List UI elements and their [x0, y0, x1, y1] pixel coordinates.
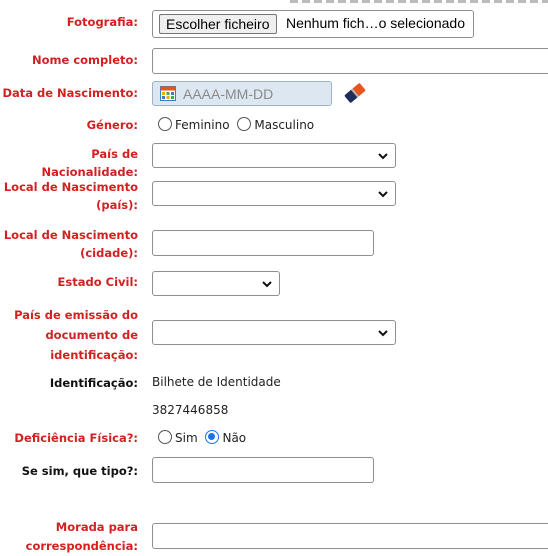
- disability-nao-label[interactable]: Não: [222, 431, 246, 445]
- birth-city-label: Local de Nascimento (cidade):: [4, 226, 138, 262]
- birth-country-label-line2: (país):: [96, 198, 138, 212]
- photo-label: Fotografia:: [66, 15, 138, 29]
- id-country-label-line3: identificação:: [50, 348, 138, 362]
- disability-radio-group: Sim Não: [158, 430, 250, 445]
- gender-masculino-radio[interactable]: [237, 117, 252, 131]
- disability-type-label: Se sim, que tipo?:: [21, 464, 138, 478]
- address-label: Morada para correspondência:: [26, 518, 138, 556]
- birth-country-label: Local de Nascimento (país):: [4, 178, 138, 214]
- birth-country-select[interactable]: [152, 181, 396, 206]
- chevron-down-icon: [378, 191, 388, 198]
- full-name-input[interactable]: [152, 48, 548, 74]
- gender-feminino-label[interactable]: Feminino: [175, 118, 230, 132]
- top-cutoff-strip: [290, 0, 548, 3]
- birth-city-label-line1: Local de Nascimento: [3, 228, 138, 242]
- disability-sim-radio[interactable]: [158, 430, 172, 444]
- birth-city-input[interactable]: [152, 230, 374, 256]
- identification-label: Identificação:: [49, 376, 138, 390]
- eraser-icon[interactable]: [343, 82, 367, 104]
- file-status-text: Nenhum fich…o selecionado: [286, 15, 465, 31]
- gender-feminino-radio[interactable]: [158, 117, 172, 131]
- chevron-down-icon: [262, 281, 272, 288]
- gender-radio-group: Feminino Masculino: [158, 117, 318, 132]
- address-label-line2: correspondência:: [25, 539, 138, 553]
- nationality-label: País de Nacionalidade:: [41, 147, 139, 179]
- choose-file-button[interactable]: Escolher ficheiro: [159, 14, 277, 34]
- birth-date-placeholder: AAAA-MM-DD: [183, 86, 274, 102]
- disability-label: Deficiência Física?:: [14, 431, 138, 445]
- birth-country-label-line1: Local de Nascimento: [3, 180, 138, 194]
- birth-date-label: Data de Nascimento:: [2, 86, 138, 100]
- gender-masculino-label[interactable]: Masculino: [254, 118, 314, 132]
- id-country-select[interactable]: [152, 320, 396, 345]
- photo-file-input[interactable]: Escolher ficheiro Nenhum fich…o selecion…: [152, 10, 474, 38]
- address-label-line1: Morada para: [55, 520, 138, 534]
- disability-nao-radio[interactable]: [205, 430, 220, 444]
- id-country-label-line2: documento de: [45, 328, 138, 342]
- chevron-down-icon: [378, 330, 388, 337]
- address-input[interactable]: [152, 523, 548, 549]
- full-name-label: Nome completo:: [32, 53, 138, 67]
- calendar-icon[interactable]: [160, 86, 176, 101]
- identification-type: Bilhete de Identidade: [152, 375, 281, 389]
- identification-number: 3827446858: [152, 403, 229, 417]
- chevron-down-icon: [378, 153, 388, 160]
- civil-status-select[interactable]: [152, 271, 280, 296]
- civil-status-label: Estado Civil:: [57, 275, 138, 289]
- id-country-label-line1: País de emissão do: [14, 308, 138, 322]
- birth-date-input[interactable]: AAAA-MM-DD: [152, 81, 332, 106]
- nationality-select[interactable]: [152, 143, 396, 168]
- disability-type-input[interactable]: [152, 457, 374, 483]
- id-country-label: País de emissão do documento de identifi…: [14, 305, 138, 365]
- gender-label: Género:: [86, 118, 138, 132]
- birth-city-label-line2: (cidade):: [80, 246, 138, 260]
- disability-sim-label[interactable]: Sim: [175, 431, 198, 445]
